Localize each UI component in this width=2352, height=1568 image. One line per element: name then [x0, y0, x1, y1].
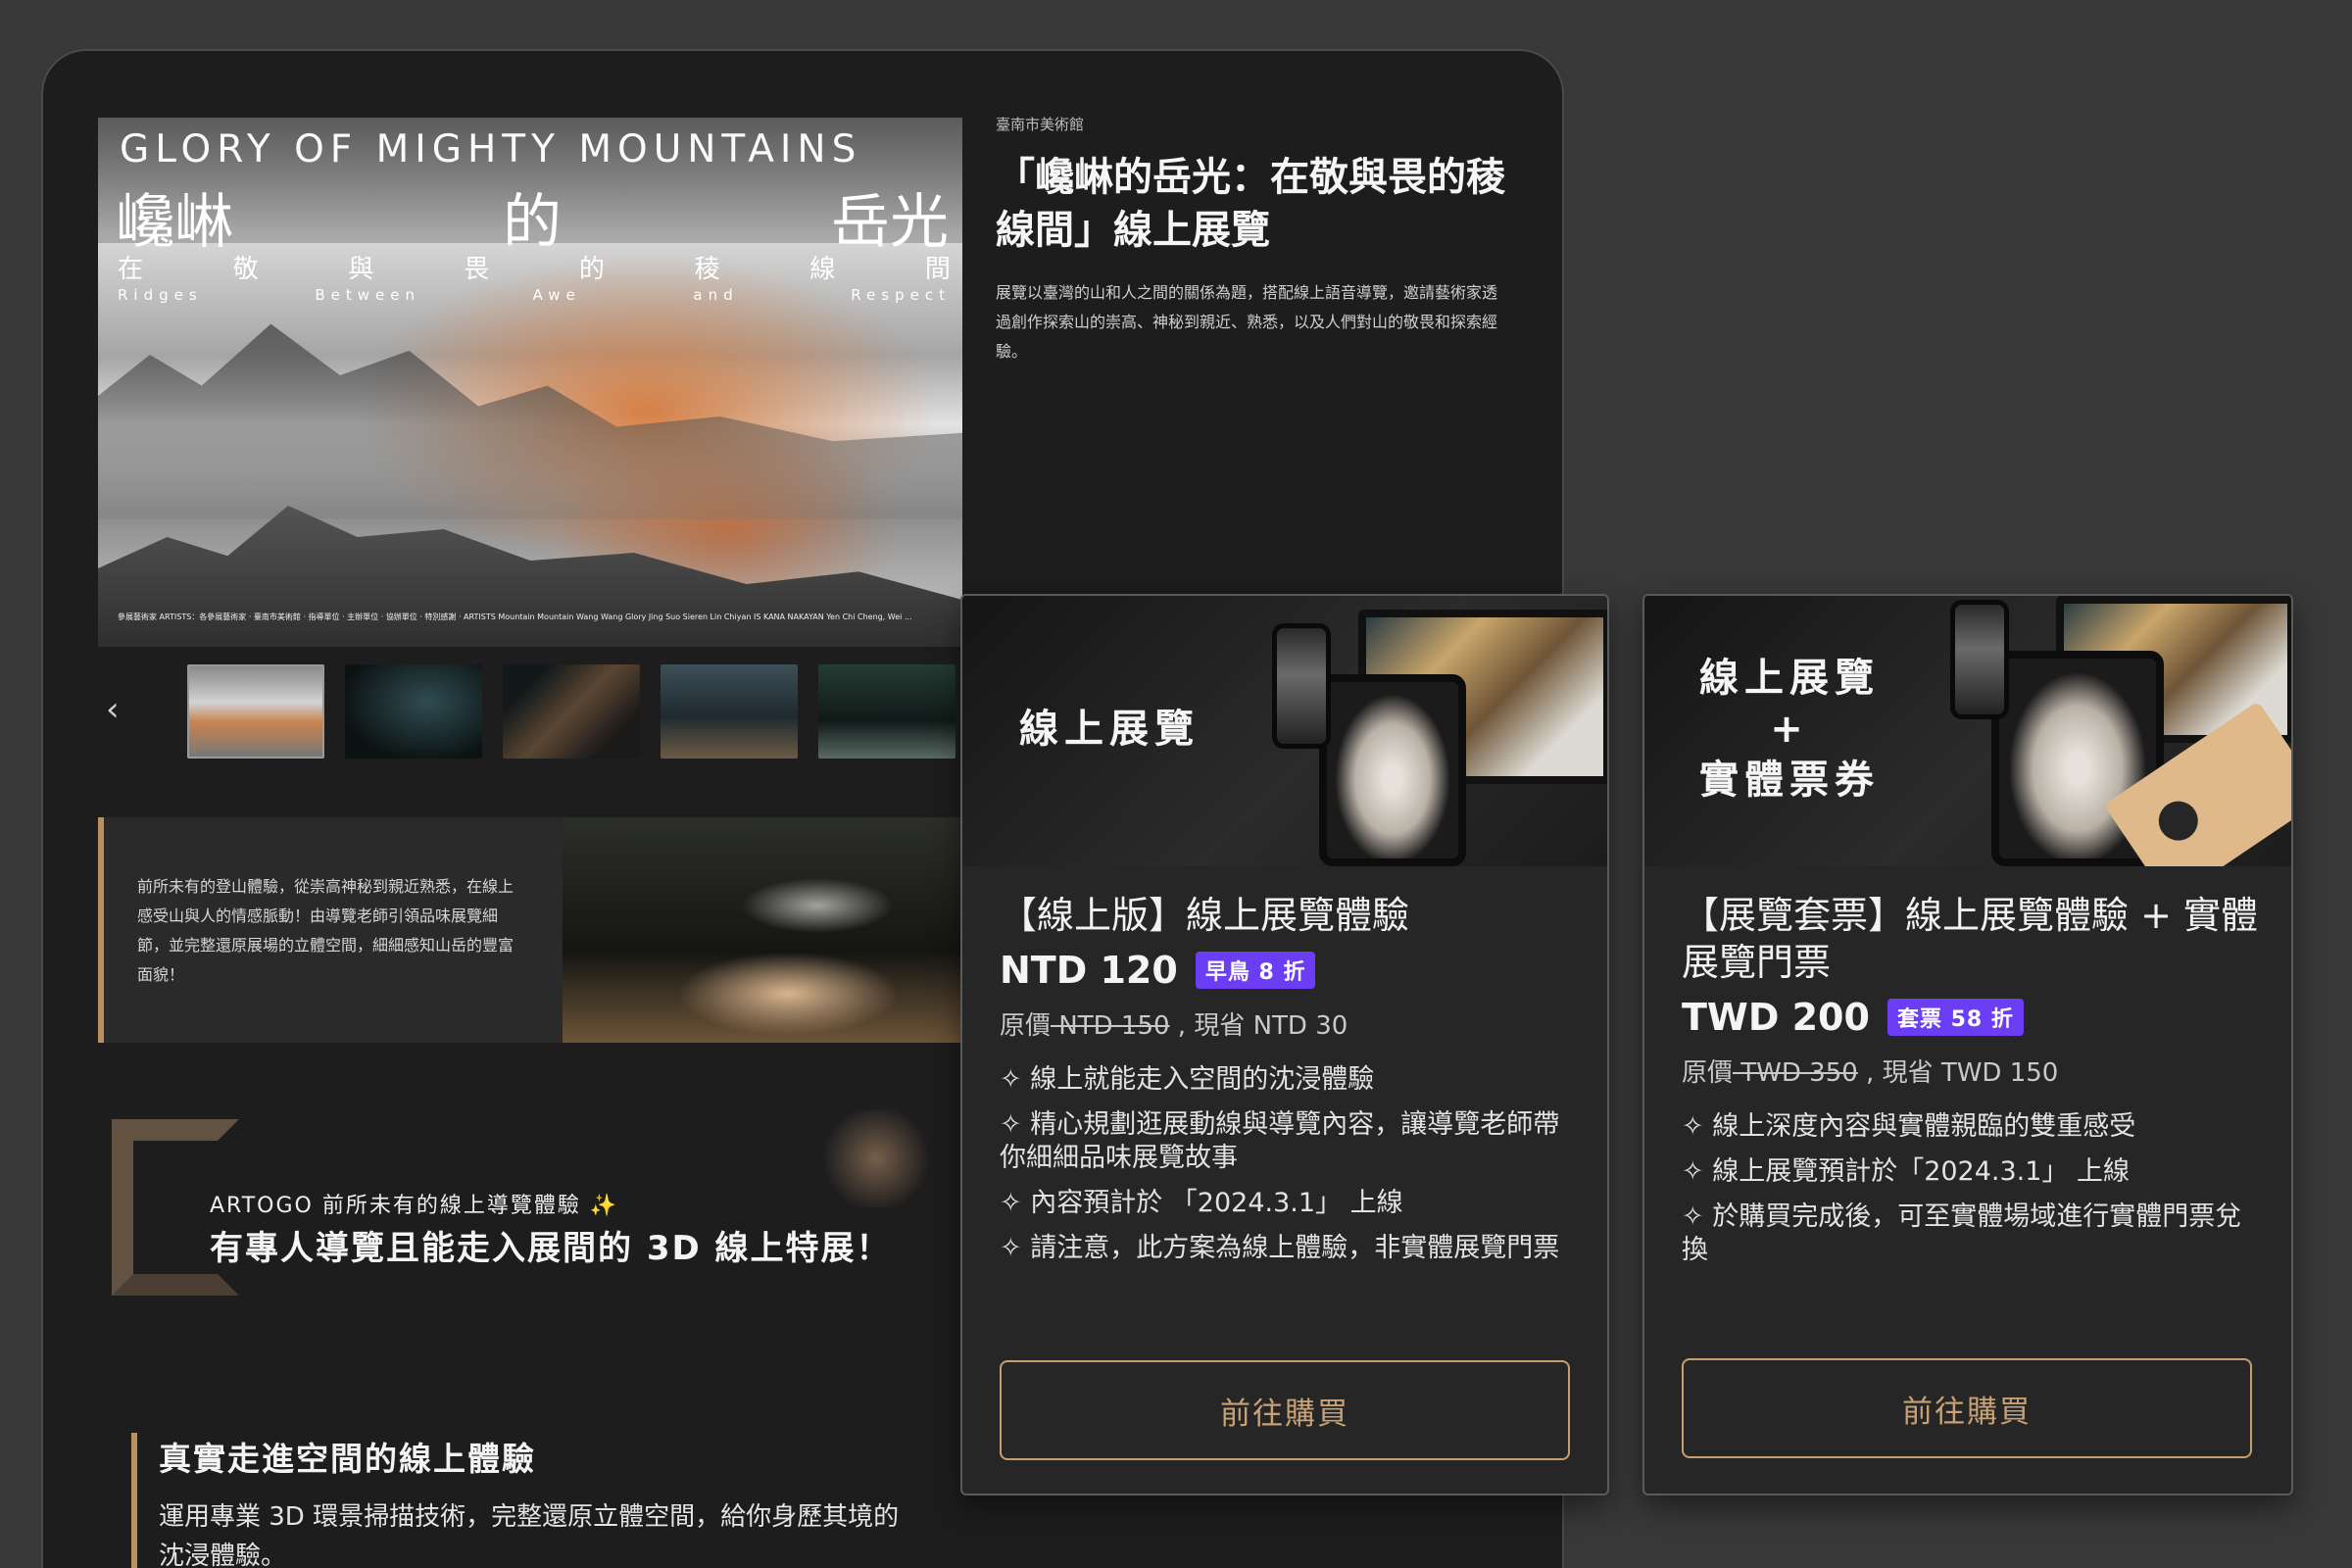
feature-section: 真實走進空間的線上體驗 運用專業 3D 環景掃描技術，完整還原立體空間，給你身歷…	[131, 1433, 915, 1568]
buy-button[interactable]: 前往購買	[1000, 1360, 1570, 1460]
phone-illustration	[1272, 623, 1331, 749]
artogo-promo: ARTOGO 前所未有的線上導覽體驗 ✨ 有專人導覽且能走入展間的 3D 線上特…	[112, 1109, 974, 1296]
savings-text: , 現省 NTD 30	[1169, 1011, 1348, 1041]
card-image-label-line: +	[1770, 707, 1809, 752]
card-image: 線上展覽 + 實體票券	[1644, 596, 2291, 866]
price-row: NTD 120 早鳥 8 折	[1000, 949, 1578, 992]
poster-title-zh: 巉崊 的 岳光	[116, 174, 949, 260]
poster-mountains	[98, 323, 962, 519]
promo-glow-decoration	[817, 1109, 935, 1207]
ticket-hole	[2151, 793, 2206, 849]
poster-credits: 參展藝術家 ARTISTS：各參展藝術家 · 臺南市美術館 · 指導單位 · 主…	[118, 612, 912, 621]
poster-title-en: GLORY OF MIGHTY MOUNTAINS	[120, 127, 862, 172]
card-title: 【線上版】線上展覽體驗	[1000, 894, 1410, 937]
list-item: ✧ 線上展覽預計於「2024.3.1」 上線	[1682, 1156, 2131, 1187]
poster-subtitle-char: 在	[118, 255, 144, 284]
thumbnail-1[interactable]	[187, 664, 324, 759]
list-item: ✧ 於購買完成後，可至實體場域進行實體門票兌換	[1682, 1201, 2242, 1265]
card-feature-list: ✧ 線上深度內容與實體親臨的雙重感受 ✧ 線上展覽預計於「2024.3.1」 上…	[1682, 1110, 2260, 1267]
chevron-left-icon[interactable]: ‹	[106, 690, 120, 729]
poster-subtitle-char: 稜	[694, 255, 720, 284]
hero-poster[interactable]: GLORY OF MIGHTY MOUNTAINS 巉崊 的 岳光 在 敬 與 …	[98, 118, 962, 647]
card-price: TWD 200	[1682, 996, 1870, 1039]
savings-text: , 現省 TWD 150	[1857, 1058, 2059, 1088]
poster-title-zh-part: 的	[503, 188, 562, 257]
exhibition-intro: 展覽以臺灣的山和人之間的關係為題，搭配線上語音導覽，邀請藝術家透過創作探索山的崇…	[996, 283, 1498, 361]
poster-title-zh-part: 巉崊	[116, 188, 233, 257]
list-item: ✧ 線上深度內容與實體親臨的雙重感受	[1682, 1111, 2136, 1142]
poster-subtitle-char: 與	[348, 255, 374, 284]
poster-subtitle-char: 間	[924, 255, 951, 284]
list-item: ✧ 精心規劃逛展動線與導覽內容，讓導覽老師帶你細細品味展覽故事	[1000, 1109, 1560, 1173]
original-price-value: TWD 350	[1733, 1058, 1858, 1088]
poster-subtitle-word: Awe	[532, 286, 581, 304]
card-image-label: 線上展覽 + 實體票券	[1699, 653, 1880, 806]
card-title: 【展覽套票】線上展覽體驗 + 實體展覽門票	[1682, 894, 2258, 984]
thumbnail-5[interactable]	[818, 664, 956, 759]
card-price: NTD 120	[1000, 949, 1178, 992]
poster-subtitle-word: Respect	[851, 286, 951, 304]
price-row: TWD 200 套票 58 折	[1682, 996, 2260, 1039]
poster-subtitle-char: 敬	[232, 255, 259, 284]
phone-illustration	[1950, 600, 2009, 719]
buy-button[interactable]: 前往購買	[1682, 1358, 2252, 1458]
original-price-label: 原價	[1682, 1058, 1734, 1088]
poster-subtitle-word: and	[693, 286, 739, 304]
thumbnail-3[interactable]	[503, 664, 640, 759]
card-image-label-line: 線上展覽	[1699, 656, 1880, 701]
original-price: 原價 TWD 350 , 現省 TWD 150	[1682, 1053, 2260, 1089]
promo-headline: 有專人導覽且能走入展間的 3D 線上特展！	[210, 1229, 892, 1268]
original-price: 原價 NTD 150 , 現省 NTD 30	[1000, 1005, 1578, 1042]
poster-subtitle-en: Ridges Between Awe and Respect	[118, 286, 951, 304]
list-item: ✧ 內容預計於 「2024.3.1」 上線	[1000, 1188, 1403, 1218]
feature-title: 真實走進空間的線上體驗	[159, 1440, 536, 1478]
exhibition-highlight: 前所未有的登山體驗，從崇高神秘到親近熟悉，在線上感受山與人的情感脈動！由導覽老師…	[98, 817, 996, 1043]
poster-subtitle-char: 的	[578, 255, 605, 284]
exhibition-photo	[563, 817, 996, 1043]
card-image-label-line: 實體票券	[1699, 758, 1880, 803]
poster-subtitle-word: Between	[315, 286, 420, 304]
list-item: ✧ 線上就能走入空間的沈浸體驗	[1000, 1064, 1375, 1095]
promo-tagline: ARTOGO 前所未有的線上導覽體驗 ✨	[210, 1194, 619, 1218]
card-image-label: 線上展覽	[1019, 707, 1200, 752]
card-body: 【展覽套票】線上展覽體驗 + 實體展覽門票 TWD 200 套票 58 折 原價…	[1682, 892, 2260, 1279]
original-price-value: NTD 150	[1051, 1011, 1170, 1041]
poster-title-zh-part: 岳光	[831, 188, 949, 257]
card-image: 線上展覽	[962, 596, 1607, 866]
poster-subtitle-char: 畏	[464, 255, 490, 284]
highlight-text: 前所未有的登山體驗，從崇高神秘到親近熟悉，在線上感受山與人的情感脈動！由導覽老師…	[137, 877, 514, 984]
exhibition-title: 「巉崊的岳光：在敬與畏的稜線間」線上展覽	[996, 155, 1505, 253]
poster-subtitle-char: 線	[809, 255, 836, 284]
card-body: 【線上版】線上展覽體驗 NTD 120 早鳥 8 折 原價 NTD 150 , …	[1000, 892, 1578, 1277]
thumbnail-4[interactable]	[661, 664, 798, 759]
discount-badge: 早鳥 8 折	[1195, 952, 1316, 989]
tablet-illustration	[1319, 674, 1466, 866]
poster-subtitle-word: Ridges	[118, 286, 203, 304]
list-item: ✧ 請注意，此方案為線上體驗，非實體展覽門票	[1000, 1233, 1560, 1263]
thumbnail-carousel: ‹ ›	[98, 661, 1000, 762]
ticket-card-bundle: 線上展覽 + 實體票券 【展覽套票】線上展覽體驗 + 實體展覽門票 TWD 20…	[1642, 594, 2293, 1495]
discount-badge: 套票 58 折	[1886, 999, 2024, 1036]
poster-subtitle-zh: 在 敬 與 畏 的 稜 線 間	[118, 249, 951, 285]
feature-description: 運用專業 3D 環景掃描技術，完整還原立體空間，給你身歷其境的沈浸體驗。	[159, 1502, 900, 1568]
organizer-name: 臺南市美術館	[996, 116, 1085, 133]
ticket-card-online: 線上展覽 【線上版】線上展覽體驗 NTD 120 早鳥 8 折 原價 NTD 1…	[960, 594, 1609, 1495]
original-price-label: 原價	[1000, 1011, 1052, 1041]
thumbnail-2[interactable]	[345, 664, 482, 759]
card-feature-list: ✧ 線上就能走入空間的沈浸體驗 ✧ 精心規劃逛展動線與導覽內容，讓導覽老師帶你細…	[1000, 1063, 1578, 1265]
